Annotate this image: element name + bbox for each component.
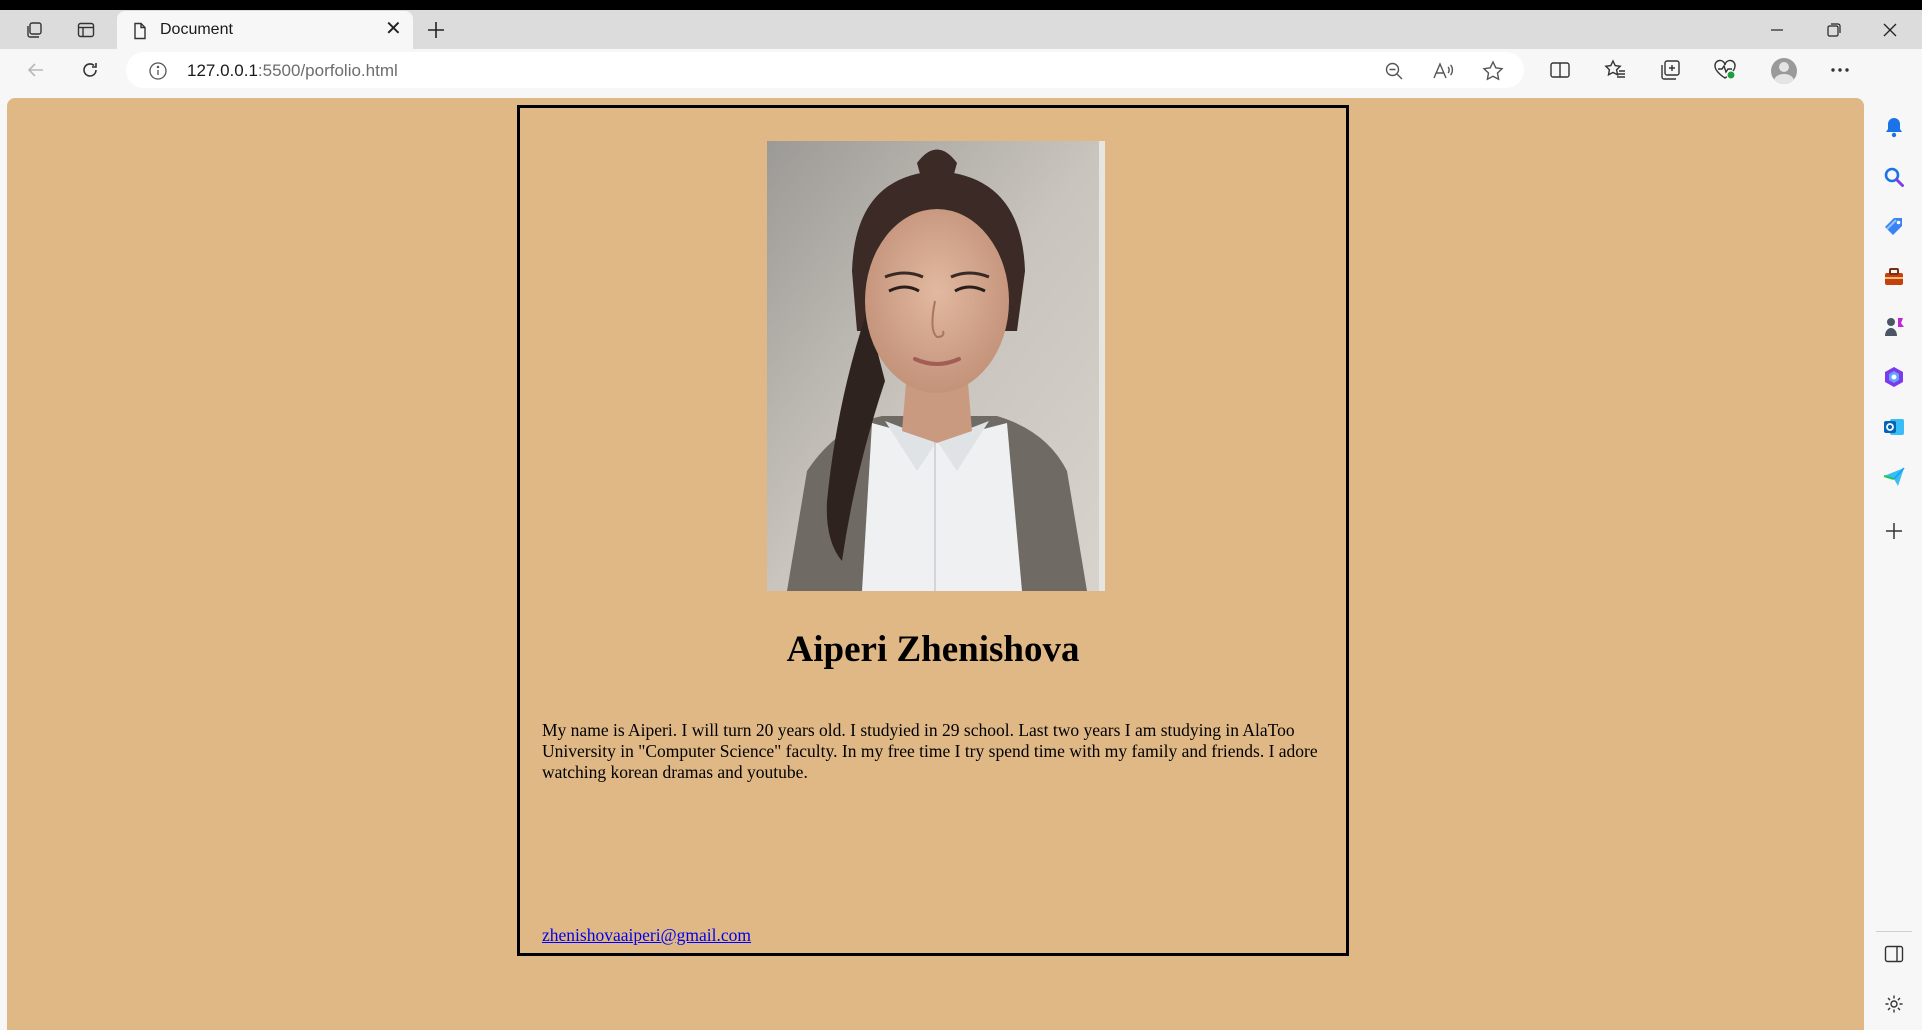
minimize-button[interactable] (1749, 10, 1805, 49)
page-title: Aiperi Zhenishova (786, 629, 1080, 670)
profile-photo (767, 141, 1105, 591)
browser-window: Document ✕ 127.0.0.1:5500/porfolio.html (0, 10, 1922, 1030)
settings-icon[interactable] (1880, 990, 1908, 1018)
close-window-button[interactable] (1862, 10, 1918, 49)
edge-sidebar (1866, 49, 1922, 1030)
collections-icon[interactable] (1653, 54, 1687, 86)
search-icon[interactable] (1880, 163, 1908, 191)
page-viewport: Aiperi Zhenishova My name is Aiperi. I w… (7, 98, 1864, 1030)
vertical-tabs-icon[interactable] (68, 16, 104, 44)
bio-paragraph: My name is Aiperi. I will turn 20 years … (542, 720, 1318, 782)
zoom-out-icon[interactable] (1382, 59, 1406, 83)
favorites-icon[interactable] (1598, 54, 1632, 86)
star-icon[interactable] (1481, 59, 1505, 83)
tab-actions-icon[interactable] (16, 16, 52, 44)
office-icon[interactable] (1880, 363, 1908, 391)
read-aloud-icon[interactable] (1431, 59, 1455, 83)
games-icon[interactable] (1880, 313, 1908, 341)
bell-icon[interactable] (1880, 113, 1908, 141)
send-icon[interactable] (1880, 463, 1908, 491)
plus-icon[interactable] (419, 16, 453, 44)
tab-document[interactable]: Document ✕ (117, 11, 413, 49)
tab-strip: Document ✕ (0, 10, 1922, 49)
add-icon[interactable] (1880, 517, 1908, 545)
tab-title: Document (160, 21, 233, 38)
outlook-icon[interactable] (1880, 413, 1908, 441)
info-icon[interactable] (148, 61, 168, 86)
restore-button[interactable] (1806, 10, 1862, 49)
toolbox-icon[interactable] (1880, 263, 1908, 291)
heart-pulse-icon[interactable] (1708, 54, 1742, 86)
portfolio-card: Aiperi Zhenishova My name is Aiperi. I w… (517, 105, 1349, 956)
tag-icon[interactable] (1880, 213, 1908, 241)
split-screen-icon[interactable] (1543, 54, 1577, 86)
page-icon (132, 22, 148, 45)
navigation-bar: 127.0.0.1:5500/porfolio.html (0, 49, 1922, 90)
sidebar-divider (1876, 931, 1912, 932)
close-icon[interactable]: ✕ (385, 19, 402, 39)
avatar-icon[interactable] (1771, 58, 1797, 84)
url-path: :5500/porfolio.html (257, 61, 398, 80)
back-arrow-icon[interactable] (20, 54, 52, 86)
url-text[interactable]: 127.0.0.1:5500/porfolio.html (187, 61, 398, 81)
refresh-icon[interactable] (74, 54, 106, 86)
url-host: 127.0.0.1 (187, 61, 258, 80)
more-icon[interactable] (1823, 54, 1857, 86)
address-bar[interactable]: 127.0.0.1:5500/porfolio.html (126, 52, 1524, 88)
email-link[interactable]: zhenishovaaiperi@gmail.com (542, 925, 751, 946)
sidebar-toggle-icon[interactable] (1880, 940, 1908, 968)
